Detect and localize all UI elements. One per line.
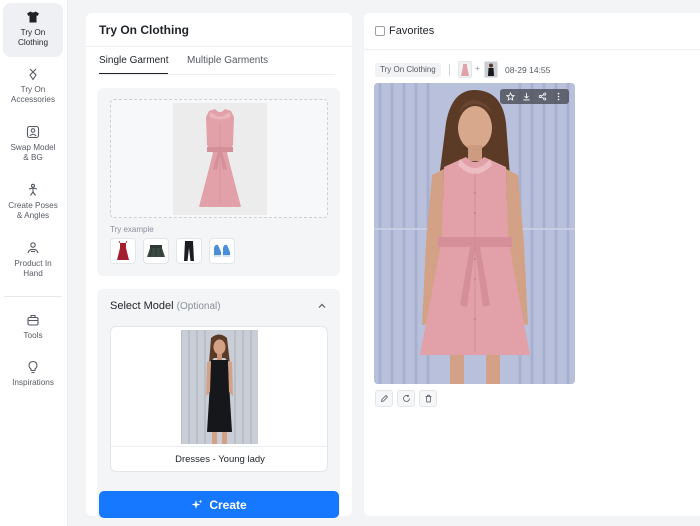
tab-divider <box>99 74 335 75</box>
bulb-icon <box>28 360 38 374</box>
example-thumb-red-dress[interactable] <box>110 238 136 264</box>
example-thumb-blue-sneakers[interactable] <box>209 238 235 264</box>
select-model-title: Select Model <box>110 300 174 312</box>
sidebar-item-label: Create Poses & Angles <box>8 201 58 220</box>
result-timestamp: 08-29 14:55 <box>505 65 551 75</box>
try-example-label: Try example <box>110 225 154 234</box>
example-thumb-black-pants[interactable] <box>176 238 202 264</box>
result-toolbar <box>500 89 569 104</box>
hand-product-icon <box>27 242 39 254</box>
sidebar-item-inspirations[interactable]: Inspirations <box>3 353 63 391</box>
chevron-up-icon[interactable] <box>317 301 327 311</box>
download-icon[interactable] <box>522 92 531 101</box>
model-image <box>180 330 258 444</box>
panel-title: Try On Clothing <box>99 23 189 37</box>
sidebar-item-create-poses[interactable]: Create Poses & Angles <box>3 176 63 226</box>
plus-sign: + <box>475 64 480 73</box>
regenerate-button[interactable] <box>397 390 415 407</box>
sidebar-item-tools[interactable]: Tools <box>3 306 63 344</box>
results-panel: Favorites Try On Clothing + 08-29 14:55 <box>364 13 700 516</box>
tab-multiple-garments[interactable]: Multiple Garments <box>187 55 268 73</box>
divider <box>364 49 700 50</box>
sparkle-icon <box>191 499 203 509</box>
result-image[interactable] <box>374 83 575 384</box>
create-button-label: Create <box>209 497 247 512</box>
sidebar-item-label: Inspirations <box>12 378 54 387</box>
sidebar-item-product-in-hand[interactable]: Product In Hand <box>3 234 63 284</box>
garment-dropzone[interactable] <box>110 99 328 218</box>
edit-icon <box>380 394 388 403</box>
sidebar-item-label: Product In Hand <box>14 259 52 278</box>
pose-icon <box>28 183 38 196</box>
divider <box>449 64 450 76</box>
star-icon[interactable] <box>505 92 515 101</box>
create-button[interactable]: Create <box>99 491 339 518</box>
optional-label: (Optional) <box>176 301 221 312</box>
sidebar-item-label: Try On Clothing <box>17 28 49 47</box>
delete-button[interactable] <box>419 390 437 407</box>
divider <box>86 46 352 47</box>
select-model-heading: Select Model (Optional) <box>110 300 221 312</box>
garment-image <box>173 103 267 215</box>
sidebar-item-label: Try On Accessories <box>10 85 56 104</box>
trash-icon <box>425 394 431 403</box>
sidebar-divider <box>4 296 62 297</box>
edit-button[interactable] <box>375 390 393 407</box>
example-thumb-green-skirt[interactable] <box>143 238 169 264</box>
select-model-card: Select Model (Optional) Dresses - Young … <box>97 289 340 516</box>
sidebar: Try On Clothing Try On Accessories Swap … <box>0 0 68 526</box>
tab-single-garment[interactable]: Single Garment <box>99 55 169 75</box>
shirt-icon <box>27 11 39 23</box>
input-garment-thumb[interactable] <box>458 61 472 78</box>
sidebar-item-label: Tools <box>23 331 43 340</box>
refresh-icon <box>402 394 410 402</box>
model-caption: Dresses - Young lady <box>175 454 265 465</box>
sidebar-item-try-on-accessories[interactable]: Try On Accessories <box>3 60 63 110</box>
garment-upload-card: Try example <box>97 88 340 276</box>
sidebar-item-swap-model[interactable]: Swap Model & BG <box>3 118 63 168</box>
accessory-icon <box>29 68 37 81</box>
input-model-thumb[interactable] <box>484 61 498 78</box>
sidebar-item-try-on-clothing[interactable]: Try On Clothing <box>3 3 63 57</box>
favorites-label: Favorites <box>389 25 435 37</box>
tools-icon <box>27 314 39 326</box>
divider <box>111 446 327 447</box>
favorites-checkbox[interactable] <box>375 26 385 36</box>
share-icon[interactable] <box>538 92 547 101</box>
swap-model-icon <box>26 125 40 139</box>
result-type-tag: Try On Clothing <box>375 63 441 77</box>
sidebar-item-label: Swap Model & BG <box>10 143 56 162</box>
model-selector[interactable]: Dresses - Young lady <box>110 326 328 472</box>
more-icon[interactable] <box>554 92 563 101</box>
try-on-panel: Try On Clothing Single Garment Multiple … <box>86 13 352 516</box>
